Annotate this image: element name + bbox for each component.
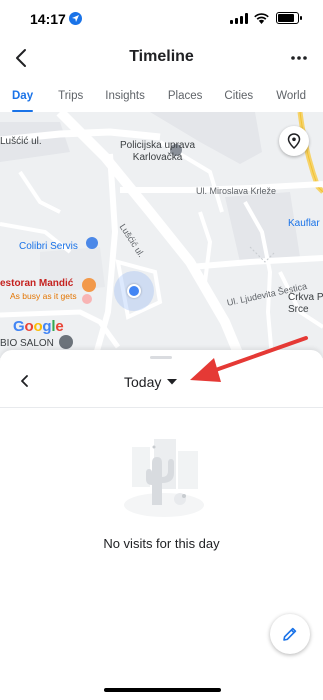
status-bar: 14:17 — [0, 0, 323, 38]
wifi-icon — [254, 13, 269, 24]
tab-trips[interactable]: Trips — [58, 82, 83, 112]
map-pin-button[interactable] — [279, 126, 309, 156]
current-location-marker — [114, 271, 154, 311]
home-indicator — [104, 688, 221, 692]
tab-cities[interactable]: Cities — [224, 82, 253, 112]
status-time: 14:17 — [30, 11, 66, 27]
map-label-crkva: Crkva P Srce — [288, 292, 323, 315]
app-bar: Timeline — [0, 38, 323, 78]
pencil-icon — [283, 627, 297, 641]
battery-icon — [276, 12, 302, 24]
date-label: Today — [124, 374, 162, 390]
map-label-lusic-top: Lušćić ul. — [0, 136, 42, 147]
map-label-restaurant: estoran Mandić — [0, 278, 74, 289]
map-label-kaufland: Kauflar — [288, 218, 320, 229]
tab-world[interactable]: World — [276, 82, 306, 112]
tab-bar: Day Trips Insights Places Cities World — [0, 82, 323, 112]
more-options-button[interactable] — [287, 46, 311, 70]
more-horizontal-icon — [291, 56, 307, 60]
map-label-colibri: Colibri Servis — [19, 241, 78, 252]
date-selector-button[interactable]: Today — [124, 370, 178, 394]
empty-state-message: No visits for this day — [103, 536, 220, 551]
page-title: Timeline — [129, 48, 194, 65]
cellular-signal-icon — [230, 13, 248, 24]
map-view[interactable]: Lušćić ul. Policijska uprava Karlovačka … — [0, 112, 323, 358]
divider — [0, 407, 323, 408]
sheet-drag-handle[interactable] — [150, 356, 172, 359]
caret-down-icon — [167, 379, 178, 385]
tab-insights[interactable]: Insights — [105, 82, 145, 112]
date-navigation: Today — [0, 362, 323, 404]
map-label-miroslava: Ul. Miroslava Krleže — [196, 186, 277, 196]
map-label-bio-salon: BIO SALON — [0, 338, 54, 349]
location-services-icon — [69, 12, 82, 25]
google-logo: Google — [13, 318, 64, 335]
tab-places[interactable]: Places — [168, 82, 203, 112]
edit-button[interactable] — [270, 614, 310, 654]
map-label-police: Policijska uprava Karlovačka — [120, 140, 196, 163]
previous-day-button[interactable] — [14, 370, 36, 392]
bottom-sheet: Today No visits for this day — [0, 350, 323, 700]
tab-day[interactable]: Day — [12, 82, 34, 112]
map-pin-icon — [287, 133, 301, 149]
chevron-left-icon — [21, 375, 28, 387]
empty-state-illustration — [124, 439, 204, 517]
map-label-busy: As busy as it gets — [10, 291, 77, 301]
